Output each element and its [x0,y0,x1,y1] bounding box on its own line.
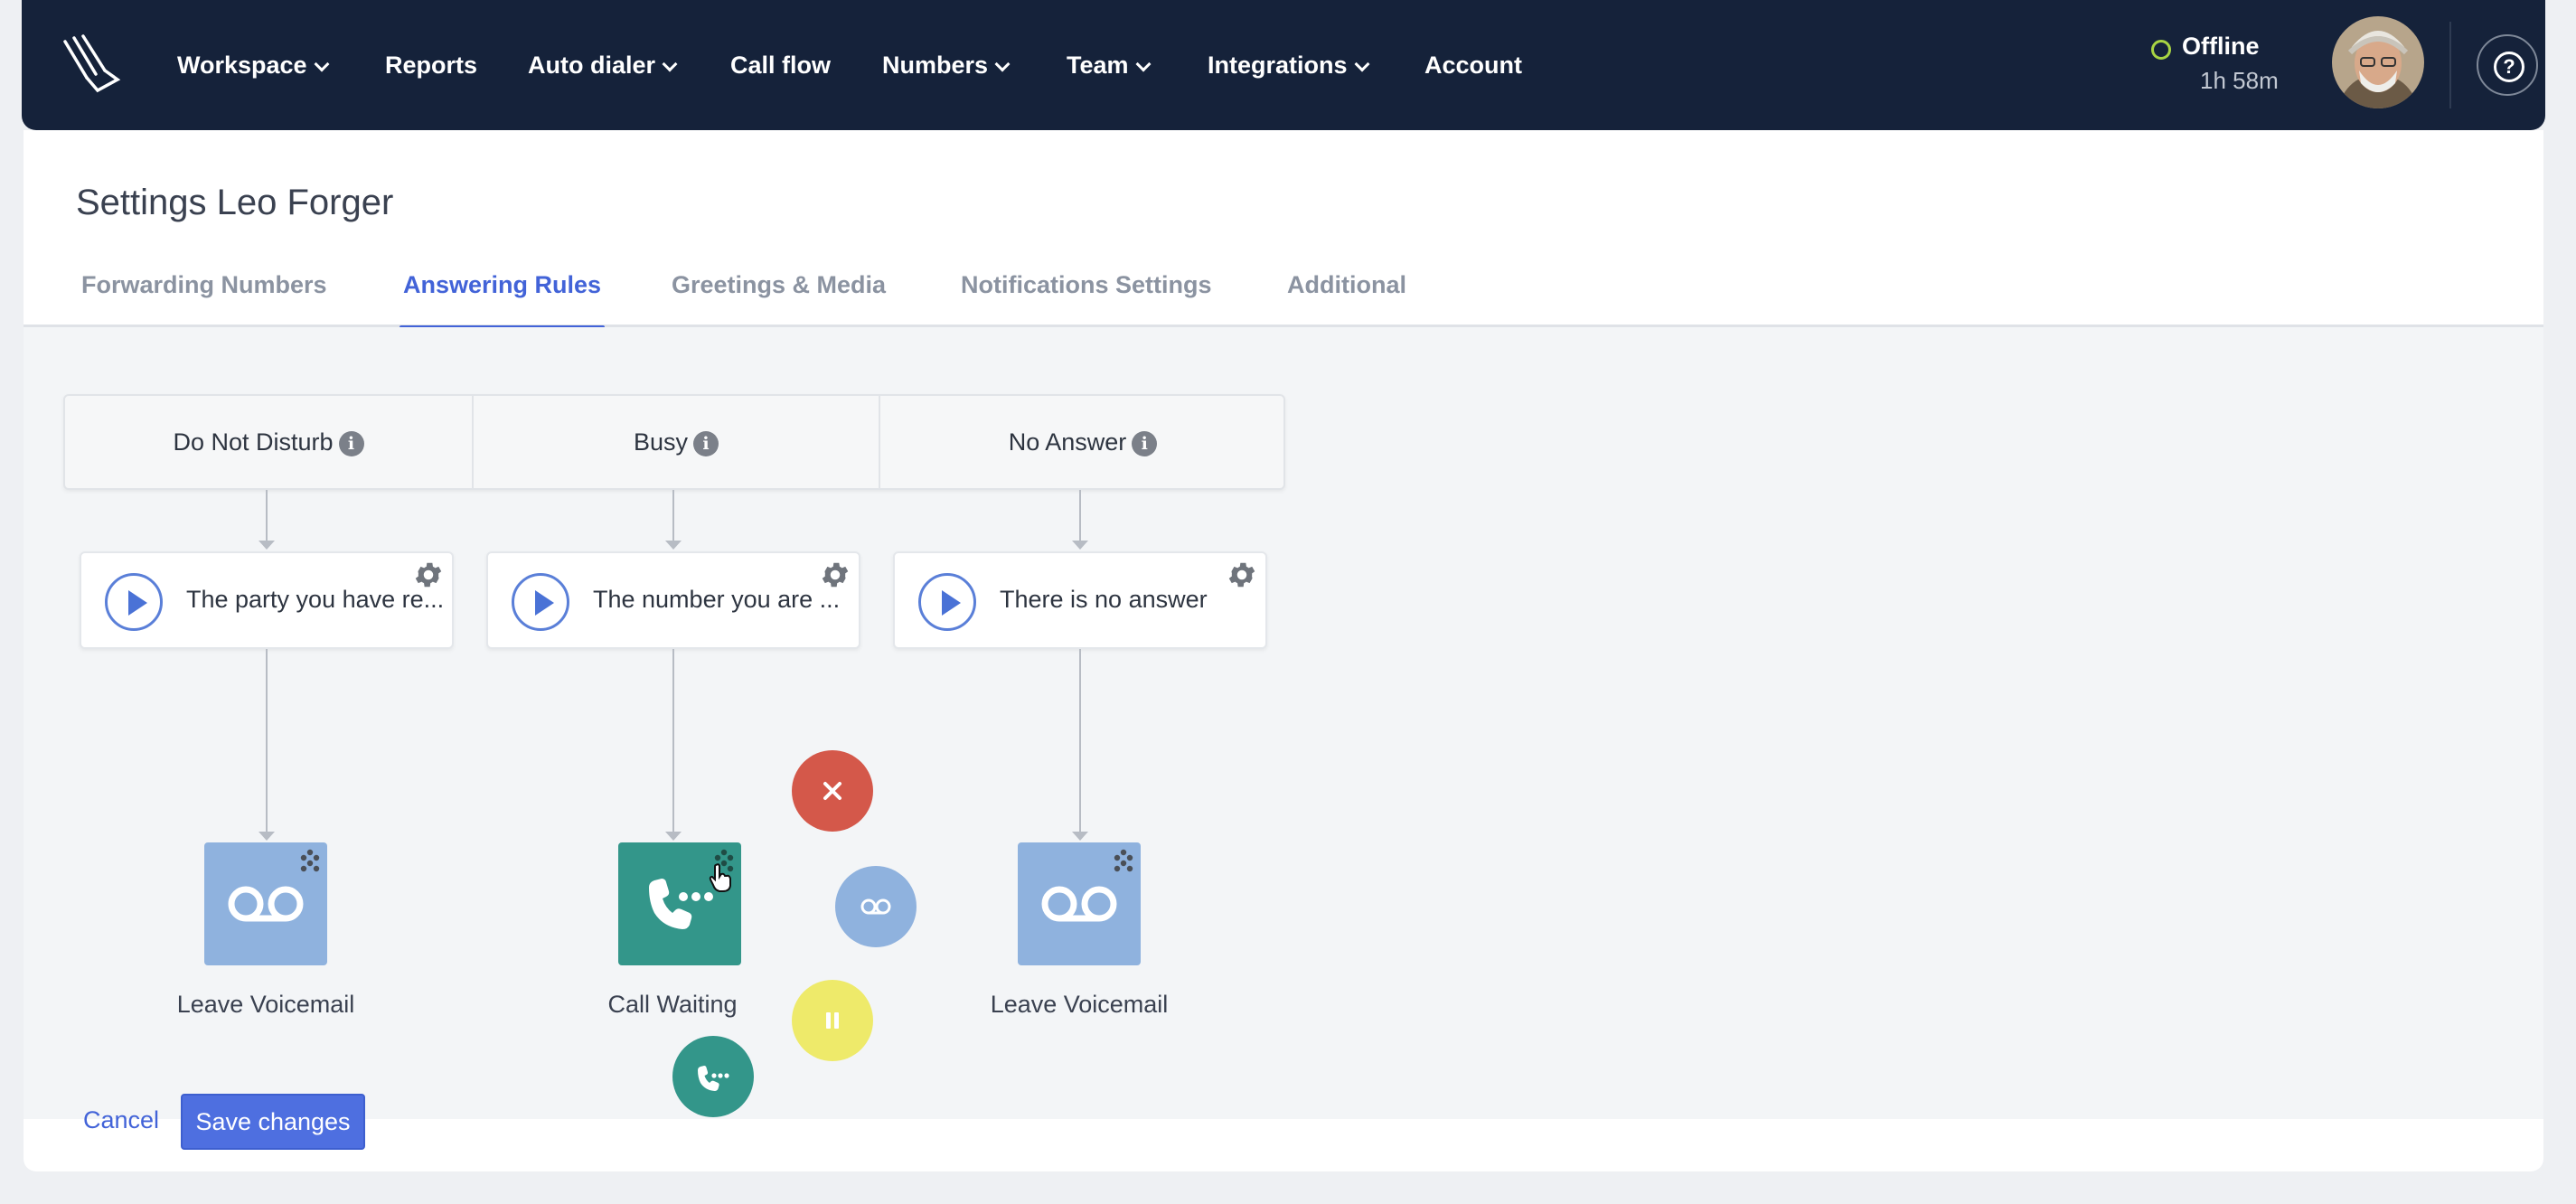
pointer-cursor-icon [709,863,731,892]
tab-answering-rules[interactable]: Answering Rules [399,266,606,330]
tab-forwarding-numbers[interactable]: Forwarding Numbers [81,266,327,327]
nav-team-label: Team [1067,52,1129,79]
save-changes-button[interactable]: Save changes [181,1094,365,1150]
chevron-down-icon [662,56,678,72]
answering-rules-area: Do Not Disturb i Busy i No Answer i The par… [24,327,2543,1150]
page-title: Settings Leo Forger [76,183,394,222]
rule-header-label: Busy [633,428,689,456]
connector-line [1079,649,1081,833]
close-picker-button[interactable] [792,750,873,832]
nav-divider [2449,22,2451,108]
picker-voicemail-button[interactable] [835,866,917,947]
action-label: Leave Voicemail [176,991,355,1018]
arrow-down-icon [259,832,275,841]
rule-header-do-not-disturb: Do Not Disturb i [65,396,472,488]
greeting-card-do-not-disturb[interactable]: The party you have re... [80,551,454,649]
chevron-down-icon [994,56,1011,72]
gear-icon[interactable] [412,559,445,591]
availability-status[interactable]: Offline 1h 58m [2151,33,2305,101]
greeting-text: The number you are ... [593,586,841,613]
arrow-down-icon [665,832,682,841]
action-leave-voicemail[interactable] [204,842,327,965]
gear-icon[interactable] [1226,559,1258,591]
nav-account-label: Account [1424,52,1522,79]
tab-notifications-settings[interactable]: Notifications Settings [961,266,1212,327]
rule-header-label: No Answer [1008,428,1127,456]
help-button[interactable]: ? [2477,34,2538,96]
nav-auto-dialer[interactable]: Auto dialer [528,45,678,85]
status-label: Offline [2182,33,2260,60]
chevron-down-icon [1354,56,1370,72]
hold-icon [826,1012,839,1029]
status-duration: 1h 58m [2200,67,2279,94]
info-icon[interactable]: i [338,431,364,456]
tab-additional[interactable]: Additional [1287,266,1406,327]
rule-headers: Do Not Disturb i Busy i No Answer i [63,394,1285,490]
arrow-down-icon [665,541,682,550]
tab-label: Additional [1287,271,1406,298]
action-label: Call Waiting [607,991,738,1018]
nav-team[interactable]: Team [1067,45,1152,85]
nav-workspace[interactable]: Workspace [177,45,330,85]
call-waiting-icon [698,1066,729,1091]
tab-greetings-media[interactable]: Greetings & Media [672,266,886,327]
nav-call-flow-label: Call flow [730,52,832,79]
greeting-card-no-answer[interactable]: There is no answer [893,551,1267,649]
info-icon[interactable]: i [1132,431,1158,456]
greeting-card-busy[interactable]: The number you are ... [486,551,860,649]
rule-header-no-answer: No Answer i [879,396,1285,488]
drag-dots-icon[interactable] [296,848,324,875]
close-icon [823,782,841,800]
help-icon: ? [2494,52,2524,82]
nav-numbers-label: Numbers [882,52,989,79]
nav-auto-dialer-label: Auto dialer [528,52,656,79]
gear-icon[interactable] [819,559,851,591]
action-leave-voicemail[interactable] [1018,842,1141,965]
rule-header-busy: Busy i [472,396,879,488]
greeting-text: The party you have re... [186,586,445,613]
connector-line [672,490,674,542]
action-label: Leave Voicemail [990,991,1169,1018]
drag-dots-icon[interactable] [1110,848,1137,875]
nav-integrations-label: Integrations [1208,52,1348,79]
play-icon[interactable] [105,573,163,631]
arrow-down-icon [1072,541,1088,550]
nav-reports-label: Reports [385,52,478,79]
settings-card: Settings Leo Forger Forwarding Numbers A… [24,130,2543,1171]
nav-call-flow[interactable]: Call flow [730,45,831,85]
settings-tabs: Forwarding Numbers Answering Rules Greet… [24,266,2543,330]
play-icon[interactable] [512,573,569,631]
voicemail-icon [860,898,891,915]
arrow-down-icon [259,541,275,550]
nav-account[interactable]: Account [1424,45,1522,85]
action-call-waiting[interactable] [618,842,741,965]
picker-hold-button[interactable] [792,980,873,1061]
status-dot-icon [2151,40,2171,60]
avatar[interactable] [2332,16,2424,108]
rule-header-label: Do Not Disturb [173,428,334,456]
arrow-down-icon [1072,832,1088,841]
logo[interactable] [60,33,123,96]
nav-reports[interactable]: Reports [385,45,477,85]
tab-label: Notifications Settings [961,271,1212,298]
connector-line [266,490,268,542]
tab-label: Greetings & Media [672,271,887,298]
tab-label: Answering Rules [403,271,602,298]
top-nav: Workspace Reports Auto dialer Call flow … [22,0,2545,130]
connector-line [672,649,674,833]
nav-integrations[interactable]: Integrations [1208,45,1370,85]
greeting-text: There is no answer [1000,586,1208,613]
nav-numbers[interactable]: Numbers [882,45,1011,85]
chevron-down-icon [1135,56,1152,72]
play-icon[interactable] [918,573,976,631]
cancel-button[interactable]: Cancel [83,1106,159,1134]
tab-label: Forwarding Numbers [81,271,327,298]
connector-line [1079,490,1081,542]
info-icon[interactable]: i [693,431,719,456]
connector-line [266,649,268,833]
nav-workspace-label: Workspace [177,52,307,79]
chevron-down-icon [314,56,330,72]
picker-call-waiting-button[interactable] [672,1036,754,1117]
